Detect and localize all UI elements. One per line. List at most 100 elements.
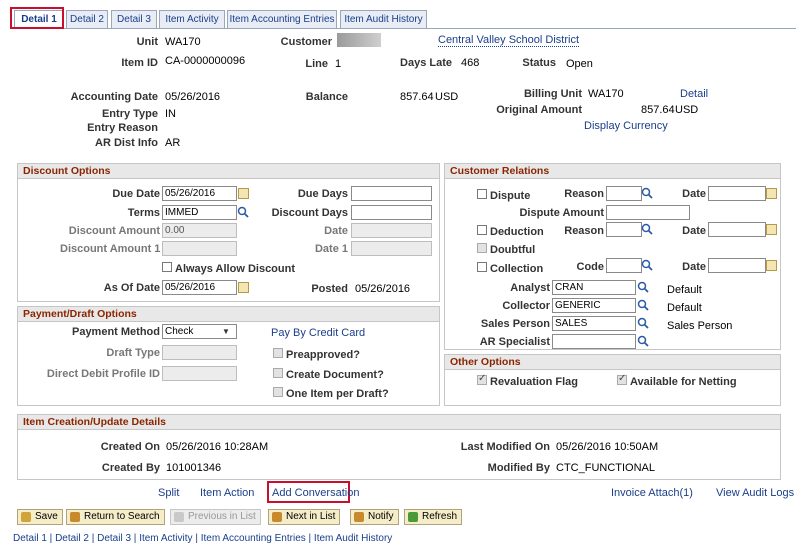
- terms-input[interactable]: IMMED: [162, 205, 237, 220]
- created-by-label: Created By: [101, 462, 160, 474]
- entry-reason-label: Entry Reason: [87, 122, 158, 134]
- dispute-amount-input[interactable]: [606, 205, 690, 220]
- button-label: Return to Search: [84, 511, 160, 522]
- deduction-reason-input[interactable]: [606, 222, 642, 237]
- available-for-netting-label: Available for Netting: [630, 376, 737, 388]
- return-to-search-button[interactable]: Return to Search: [66, 509, 165, 525]
- item-id-value: CA-0000000096: [165, 55, 246, 67]
- ar-specialist-input[interactable]: [552, 334, 636, 349]
- search-icon[interactable]: [637, 299, 649, 311]
- search-icon[interactable]: [637, 281, 649, 293]
- next-in-list-button[interactable]: Next in List: [268, 509, 341, 525]
- discount-days-label: Discount Days: [271, 207, 348, 219]
- dispute-checkbox[interactable]: [477, 189, 487, 199]
- deduction-date-label: Date: [682, 225, 706, 237]
- search-icon[interactable]: [641, 187, 653, 199]
- footer-link-item-activity[interactable]: Item Activity: [139, 533, 192, 544]
- collector-input[interactable]: GENERIC: [552, 298, 636, 313]
- footer-separator: |: [131, 533, 140, 544]
- due-days-input[interactable]: [351, 186, 432, 201]
- invoice-attach-link[interactable]: Invoice Attach(1): [611, 487, 693, 499]
- search-icon[interactable]: [641, 223, 653, 235]
- preapproved-checkbox: [273, 348, 283, 358]
- status-label: Status: [522, 57, 556, 69]
- discount-date-input: [351, 223, 432, 238]
- unit-value: WA170: [165, 36, 201, 48]
- analyst-input[interactable]: CRAN: [552, 280, 636, 295]
- as-of-date-input[interactable]: 05/26/2016: [162, 280, 237, 295]
- tab-label: Item Accounting Entries: [229, 14, 335, 25]
- calendar-icon[interactable]: [766, 260, 777, 271]
- dispute-reason-input[interactable]: [606, 186, 642, 201]
- search-icon[interactable]: [237, 206, 249, 218]
- footer-link-detail-3[interactable]: Detail 3: [97, 533, 131, 544]
- collection-date-input[interactable]: [708, 258, 766, 273]
- billing-detail-link[interactable]: Detail: [680, 88, 708, 100]
- tab-item-accounting-entries[interactable]: Item Accounting Entries: [227, 10, 337, 28]
- section-title: Discount Options: [18, 164, 439, 179]
- analyst-default: Default: [667, 284, 702, 296]
- billing-unit-label: Billing Unit: [523, 88, 582, 100]
- always-allow-discount-checkbox[interactable]: [162, 262, 172, 272]
- section-title: Customer Relations: [445, 164, 780, 179]
- create-document-checkbox: [273, 368, 283, 378]
- preapproved-label: Preapproved?: [286, 349, 360, 361]
- collection-checkbox[interactable]: [477, 262, 487, 272]
- sales-person-input[interactable]: SALES: [552, 316, 636, 331]
- deduction-checkbox[interactable]: [477, 225, 487, 235]
- footer-link-item-accounting-entries[interactable]: Item Accounting Entries: [201, 533, 306, 544]
- footer-nav: Detail 1 | Detail 2 | Detail 3 | Item Ac…: [13, 533, 392, 544]
- footer-link-item-audit-history[interactable]: Item Audit History: [314, 533, 392, 544]
- footer-link-detail-2[interactable]: Detail 2: [55, 533, 89, 544]
- discount-amount-1-label: Discount Amount 1: [60, 243, 161, 255]
- notify-button[interactable]: Notify: [350, 509, 399, 525]
- available-for-netting-checkbox: [617, 373, 627, 385]
- collection-date-label: Date: [682, 261, 706, 273]
- tab-label: Item Audit History: [344, 14, 423, 25]
- tab-item-audit-history[interactable]: Item Audit History: [340, 10, 427, 28]
- tab-detail-2[interactable]: Detail 2: [66, 10, 108, 28]
- pay-by-credit-card-link[interactable]: Pay By Credit Card: [271, 327, 365, 339]
- tab-item-activity[interactable]: Item Activity: [159, 10, 225, 28]
- calendar-icon[interactable]: [766, 188, 777, 199]
- item-id-label: Item ID: [121, 57, 158, 69]
- due-days-label: Due Days: [297, 188, 348, 200]
- search-icon[interactable]: [641, 259, 653, 271]
- notify-icon: [354, 512, 364, 522]
- footer-separator: |: [305, 533, 314, 544]
- customer-name-link[interactable]: Central Valley School District: [438, 34, 580, 47]
- previous-in-list-button: Previous in List: [170, 509, 261, 525]
- dispute-amount-label: Dispute Amount: [519, 207, 604, 219]
- discount-days-input[interactable]: [351, 205, 432, 220]
- add-conversation-link[interactable]: Add Conversation: [272, 487, 359, 499]
- reason-label: Reason: [564, 188, 604, 200]
- item-action-link[interactable]: Item Action: [200, 487, 254, 499]
- draft-type-input: [162, 345, 237, 360]
- footer-link-detail-1[interactable]: Detail 1: [13, 533, 47, 544]
- refresh-button[interactable]: Refresh: [404, 509, 463, 525]
- save-button[interactable]: Save: [17, 509, 63, 525]
- calendar-icon[interactable]: [766, 224, 777, 235]
- footer-separator: |: [192, 533, 201, 544]
- display-currency-link[interactable]: Display Currency: [584, 120, 668, 132]
- doubtful-label: Doubtful: [490, 244, 536, 256]
- deduction-date-input[interactable]: [708, 222, 766, 237]
- search-icon[interactable]: [637, 335, 649, 347]
- button-label: Save: [35, 511, 58, 522]
- due-date-input[interactable]: 05/26/2016: [162, 186, 237, 201]
- refresh-icon: [408, 512, 418, 522]
- calendar-icon[interactable]: [238, 188, 249, 199]
- created-on-value: 05/26/2016 10:28AM: [166, 441, 269, 453]
- collection-code-input[interactable]: [606, 258, 642, 273]
- search-icon[interactable]: [637, 317, 649, 329]
- dispute-date-input[interactable]: [708, 186, 766, 201]
- one-item-per-draft-label: One Item per Draft?: [286, 388, 389, 400]
- tab-detail-3[interactable]: Detail 3: [111, 10, 157, 28]
- accounting-date-value: 05/26/2016: [165, 91, 221, 103]
- view-audit-logs-link[interactable]: View Audit Logs: [716, 487, 794, 499]
- revaluation-flag-label: Revaluation Flag: [490, 376, 579, 388]
- calendar-icon[interactable]: [238, 282, 249, 293]
- split-link[interactable]: Split: [158, 487, 179, 499]
- discount-amount-input: 0.00: [162, 223, 237, 238]
- days-late-value: 468: [461, 57, 480, 69]
